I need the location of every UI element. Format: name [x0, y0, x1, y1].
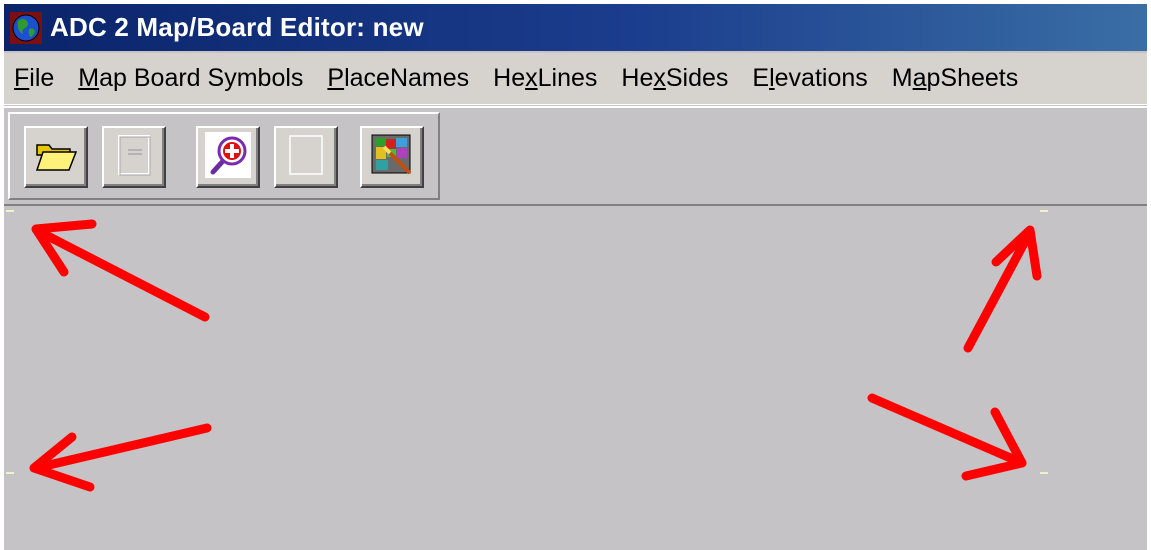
menu-bar: File Map Board Symbols PlaceNames HexLin… — [4, 53, 1147, 105]
corner-marker-top-left — [6, 210, 14, 212]
blank-button[interactable] — [274, 126, 338, 188]
map-tool-icon — [370, 133, 414, 182]
menu-file[interactable]: File — [4, 66, 68, 91]
corner-marker-bottom-left — [6, 472, 14, 474]
menu-placenames[interactable]: PlaceNames — [317, 66, 483, 91]
blank-document-icon — [114, 133, 154, 182]
menu-hexlines[interactable]: HexLines — [483, 66, 611, 91]
menu-elevations[interactable]: Elevations — [742, 66, 881, 91]
menu-map-board-symbols[interactable]: Map Board Symbols — [68, 66, 317, 91]
app-window: ADC 2 Map/Board Editor: new File Map Boa… — [4, 4, 1147, 550]
corner-marker-top-right — [1040, 210, 1048, 212]
menu-mapsheets[interactable]: MapSheets — [882, 66, 1032, 91]
zoom-in-button[interactable] — [196, 126, 260, 188]
open-folder-icon — [34, 137, 78, 178]
window-title: ADC 2 Map/Board Editor: new — [50, 12, 424, 42]
title-bar[interactable]: ADC 2 Map/Board Editor: new — [4, 4, 1147, 51]
open-button[interactable] — [24, 126, 88, 188]
blank-document-button[interactable] — [102, 126, 166, 188]
zoom-in-icon — [205, 131, 251, 183]
map-canvas[interactable] — [4, 208, 1147, 550]
map-tool-button[interactable] — [360, 126, 424, 188]
menu-hexsides[interactable]: HexSides — [611, 66, 742, 91]
globe-icon[interactable] — [8, 10, 44, 46]
blank-icon — [286, 133, 326, 182]
toolbar — [4, 106, 1147, 206]
corner-marker-bottom-right — [1040, 472, 1048, 474]
toolbar-band — [8, 112, 440, 200]
